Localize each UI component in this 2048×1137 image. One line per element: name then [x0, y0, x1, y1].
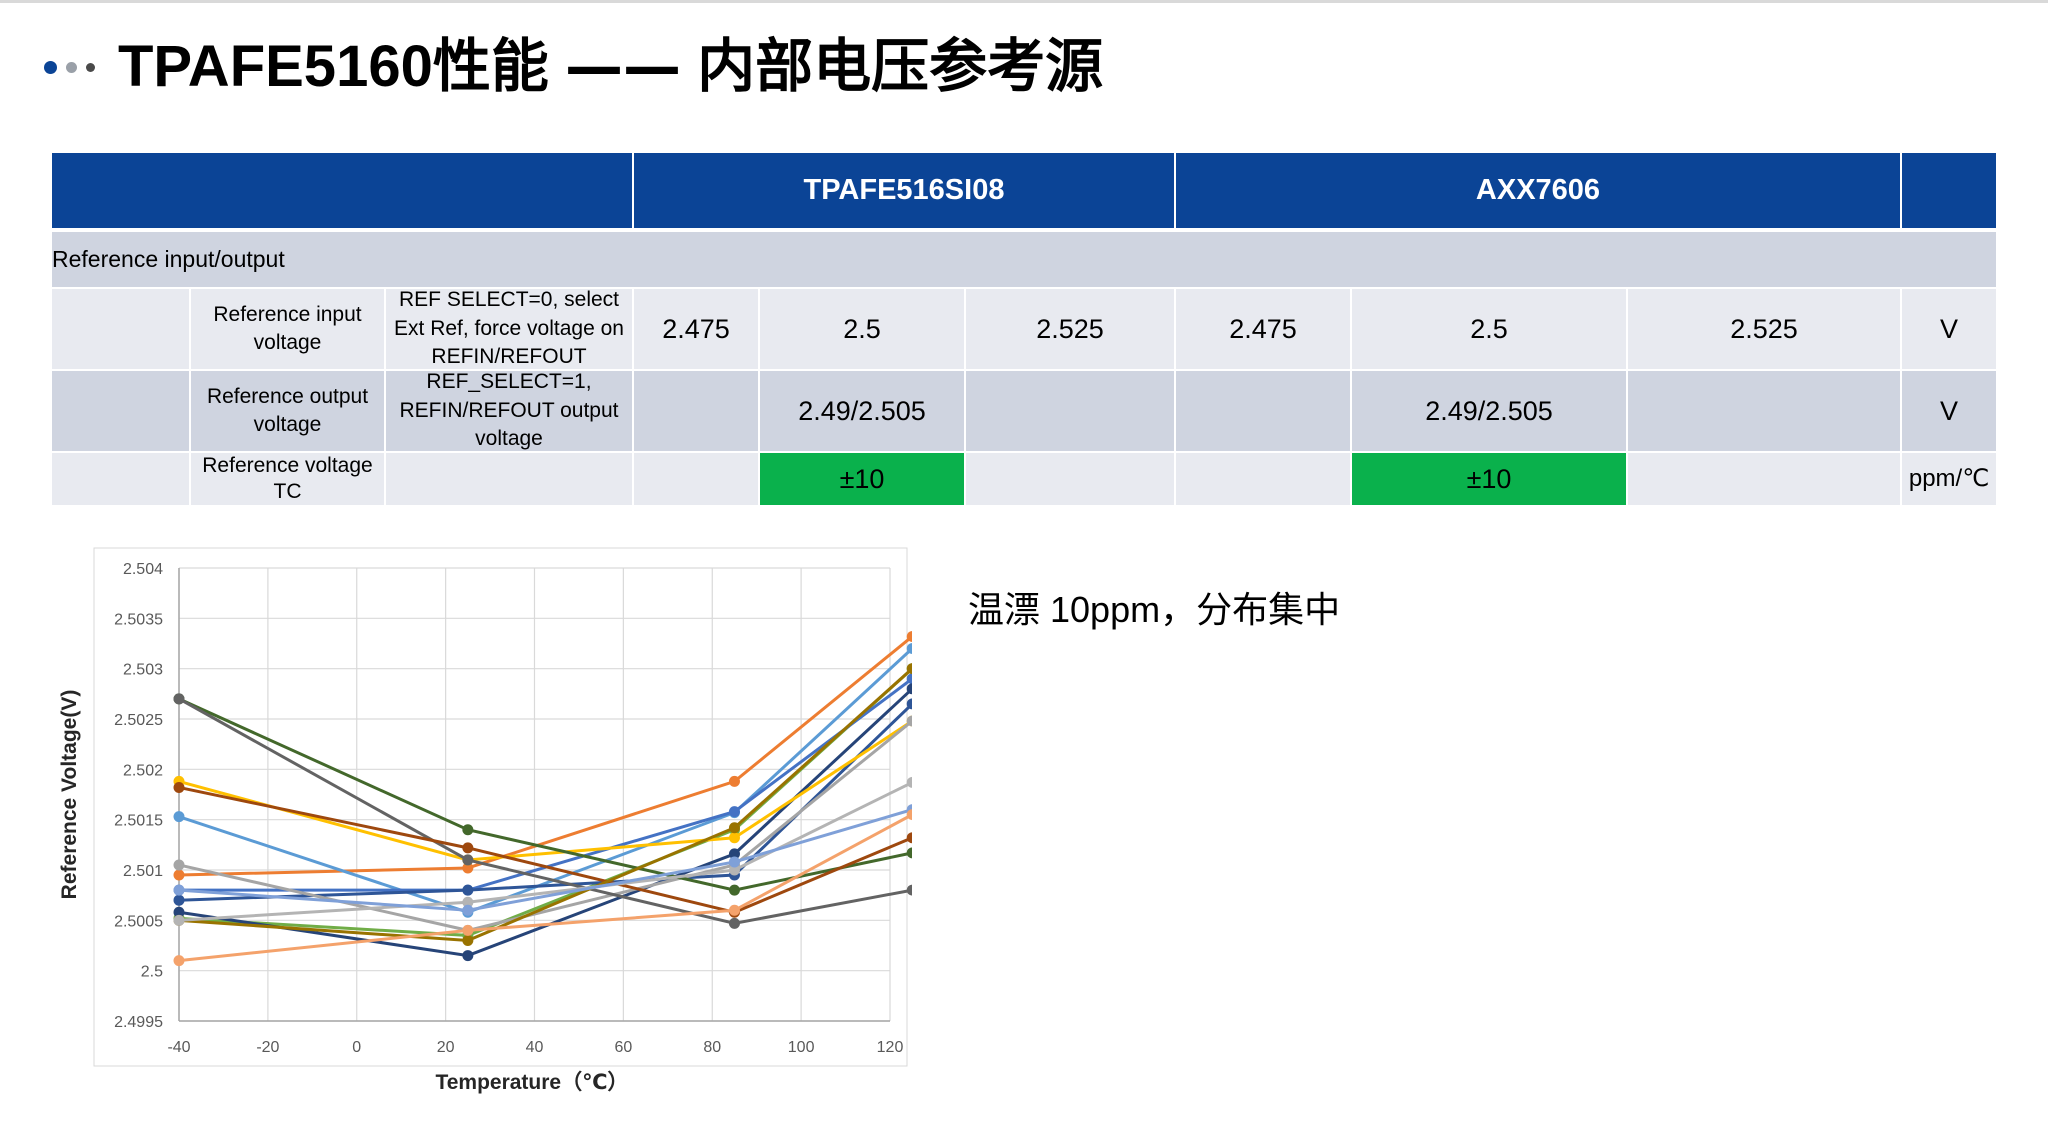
x-tick-label: 80 [703, 1039, 721, 1056]
title-bullet-dots [44, 61, 104, 75]
x-tick-label: 120 [877, 1039, 904, 1056]
x-tick-label: -20 [256, 1039, 279, 1056]
row3-b-max [1628, 453, 1900, 505]
data-point [173, 859, 185, 871]
y-tick-label: 2.502 [123, 762, 163, 779]
data-point [173, 811, 185, 823]
bullet-dot-mid [66, 62, 77, 73]
data-point [462, 824, 474, 836]
data-point [728, 917, 740, 929]
row3-a-typ: ±10 [760, 453, 964, 505]
data-point [728, 806, 740, 818]
row3-condition [386, 453, 632, 505]
y-tick-label: 2.5025 [114, 712, 163, 729]
y-tick-label: 2.5035 [114, 611, 163, 628]
y-tick-label: 2.5 [141, 964, 163, 981]
header-blank [52, 153, 632, 228]
data-point [462, 842, 474, 854]
data-point [906, 847, 912, 859]
data-point [173, 894, 185, 906]
row2-unit: V [1902, 371, 1996, 451]
slide-title: TPAFE5160性能 —— 内部电压参考源 [118, 24, 1103, 108]
row2-a-typ: 2.49/2.505 [760, 371, 964, 451]
data-point [462, 934, 474, 946]
x-tick-label: 20 [437, 1039, 455, 1056]
row3-a-max [966, 453, 1174, 505]
header-axx: AXX7606 [1176, 153, 1900, 228]
top-rule [0, 0, 2048, 3]
data-point [728, 822, 740, 834]
row3-b-typ: ±10 [1352, 453, 1626, 505]
row3-a-min [634, 453, 758, 505]
row1-unit: V [1902, 289, 1996, 369]
row2-a-min [634, 371, 758, 451]
y-tick-label: 2.501 [123, 863, 163, 880]
row1-param: Reference input voltage [191, 289, 384, 369]
spec-table: TPAFE516SI08 AXX7606 Reference input/out… [52, 153, 1996, 505]
x-axis-title: Temperature（℃） [435, 1070, 628, 1094]
x-tick-label: 40 [526, 1039, 544, 1056]
row1-a-typ: 2.5 [760, 289, 964, 369]
data-point [462, 854, 474, 866]
y-tick-label: 2.5015 [114, 813, 163, 830]
y-axis-title: Reference Voltage(V) [58, 690, 81, 900]
data-point [728, 856, 740, 868]
data-point [906, 884, 912, 896]
y-tick-label: 2.5005 [114, 913, 163, 930]
temperature-drift-chart: 2.4995 2.5 2.5005 2.501 2.5015 2.502 2.5025 2.5… [52, 543, 912, 1103]
row2-a-max [966, 371, 1174, 451]
data-point [462, 904, 474, 916]
title-sub: 内部电压参考源 [680, 34, 1104, 99]
data-point [173, 884, 185, 896]
y-tick-label: 2.4995 [114, 1014, 163, 1031]
data-point [173, 869, 185, 881]
row2-b-min [1176, 371, 1350, 451]
x-tick-label: 60 [614, 1039, 632, 1056]
x-tick-label: -40 [167, 1039, 190, 1056]
x-tick-label: 0 [352, 1039, 361, 1056]
bullet-dot-dark [44, 61, 57, 74]
y-tick-label: 2.504 [123, 561, 163, 578]
row1-a-min: 2.475 [634, 289, 758, 369]
row2-b-max [1628, 371, 1900, 451]
bullet-dot-light [86, 63, 95, 72]
data-point [728, 884, 740, 896]
data-point [462, 884, 474, 896]
x-tick-label: 100 [788, 1039, 815, 1056]
data-point [173, 781, 185, 793]
data-point [728, 832, 740, 844]
header-tpafe: TPAFE516SI08 [634, 153, 1174, 228]
data-point [173, 955, 185, 967]
row2-condition: REF_SELECT=1, REFIN/REFOUT output voltag… [386, 370, 632, 451]
row1-a-max: 2.525 [966, 289, 1174, 369]
y-tick-label: 2.503 [123, 662, 163, 679]
data-point [173, 693, 185, 705]
row1-b-typ: 2.5 [1352, 289, 1626, 369]
row1-b-min: 2.475 [1176, 289, 1350, 369]
section-label: Reference input/output [52, 232, 1996, 287]
row3-blank [52, 453, 189, 505]
data-point [728, 904, 740, 916]
row2-b-typ: 2.49/2.505 [1352, 371, 1626, 451]
data-point [728, 775, 740, 787]
row1-condition: REF SELECT=0, select Ext Ref, force volt… [386, 288, 632, 369]
data-point [462, 950, 474, 962]
row3-b-min [1176, 453, 1350, 505]
data-point [173, 914, 185, 926]
title-dash: —— [564, 32, 681, 100]
header-unit-blank [1902, 153, 1996, 228]
drift-note: 温漂 10ppm，分布集中 [968, 589, 1341, 630]
row3-unit: ppm/℃ [1902, 453, 1996, 505]
title-main: TPAFE5160性能 [118, 34, 565, 99]
chart-svg: 2.4995 2.5 2.5005 2.501 2.5015 2.502 2.5025 2.5… [58, 547, 912, 1094]
row2-param: Reference output voltage [191, 371, 384, 451]
row2-blank [52, 371, 189, 451]
data-point [462, 924, 474, 936]
data-point [906, 832, 912, 844]
row1-blank [52, 289, 189, 369]
row3-param: Reference voltage TC [191, 453, 384, 505]
row1-b-max: 2.525 [1628, 289, 1900, 369]
